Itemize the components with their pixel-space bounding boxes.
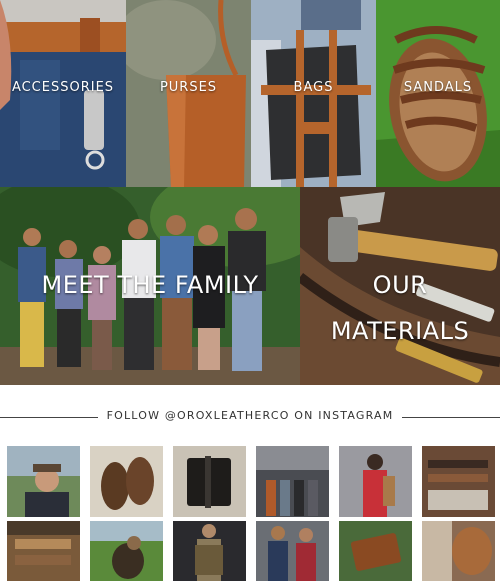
instagram-image: [173, 521, 246, 581]
instagram-thumbnail[interactable]: [7, 521, 80, 581]
instagram-thumbnail[interactable]: [7, 446, 80, 517]
our-materials-tile[interactable]: OUR MATERIALS: [300, 187, 500, 385]
category-tile-purses[interactable]: PURSES: [126, 0, 251, 187]
meet-the-family-tile[interactable]: MEET THE FAMILY: [0, 187, 300, 385]
category-tile-accessories[interactable]: ACCESSORIES: [0, 0, 126, 187]
instagram-image: [339, 521, 412, 581]
category-label-bags: BAGS: [293, 80, 334, 95]
category-label-sandals: SANDALS: [403, 80, 473, 95]
instagram-image: [90, 521, 163, 581]
instagram-thumbnail[interactable]: [422, 521, 495, 581]
instagram-image: [422, 521, 495, 581]
category-tile-bags[interactable]: BAGS: [251, 0, 376, 187]
instagram-thumbnail[interactable]: [256, 446, 329, 517]
instagram-follow-heading: FOLLOW @OROXLEATHERCO ON INSTAGRAM: [0, 400, 500, 434]
instagram-thumbnail[interactable]: [339, 521, 412, 581]
instagram-image: [7, 521, 80, 581]
instagram-image: [90, 446, 163, 517]
category-label-accessories: ACCESSORIES: [11, 80, 115, 95]
our-materials-label-line1: OUR: [372, 271, 428, 299]
instagram-thumbnail[interactable]: [339, 446, 412, 517]
instagram-thumbnail[interactable]: [90, 446, 163, 517]
our-materials-label-line2: MATERIALS: [330, 317, 470, 345]
instagram-image: [173, 446, 246, 517]
instagram-image: [256, 521, 329, 581]
instagram-image: [422, 446, 495, 517]
instagram-follow-link[interactable]: FOLLOW @OROXLEATHERCO ON INSTAGRAM: [0, 409, 500, 422]
meet-the-family-label: MEET THE FAMILY: [41, 271, 259, 299]
instagram-thumbnail[interactable]: [90, 521, 163, 581]
instagram-thumbnail[interactable]: [422, 446, 495, 517]
category-label-purses: PURSES: [159, 80, 218, 95]
instagram-image: [7, 446, 80, 517]
category-tile-sandals[interactable]: SANDALS: [376, 0, 500, 187]
instagram-thumbnail[interactable]: [173, 446, 246, 517]
instagram-thumbnail[interactable]: [256, 521, 329, 581]
instagram-image: [256, 446, 329, 517]
instagram-image: [339, 446, 412, 517]
heading-divider-right: [402, 417, 500, 418]
instagram-thumbnail[interactable]: [173, 521, 246, 581]
